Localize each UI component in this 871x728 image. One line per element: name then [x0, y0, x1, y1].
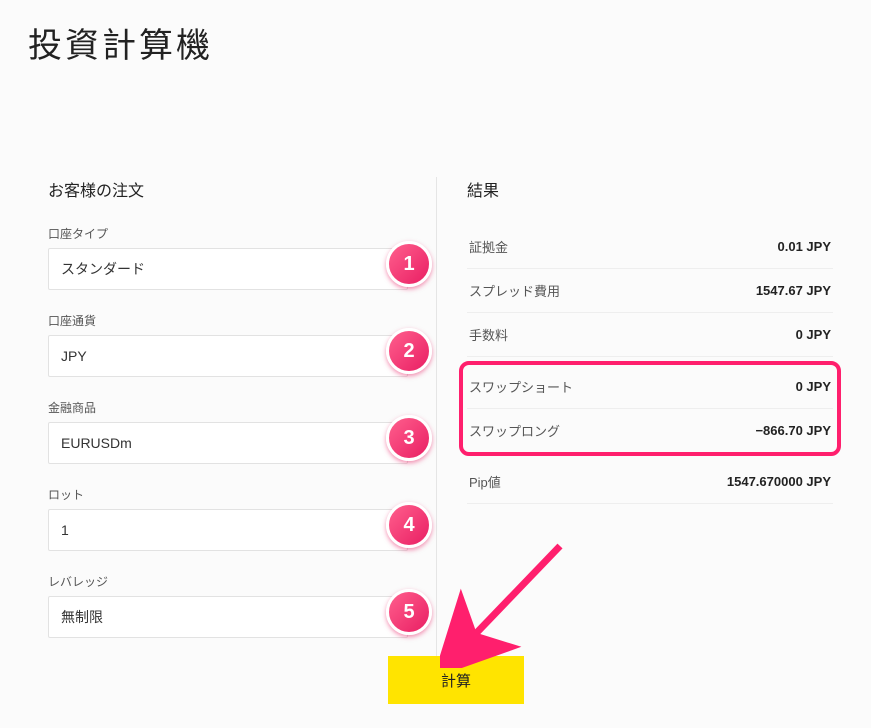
- order-form: お客様の注文 口座タイプ スタンダード 1 口座通貨 JPY 2 金融商品: [28, 177, 408, 660]
- field-instrument: 金融商品 EURUSDm 3: [48, 399, 408, 464]
- field-account-type: 口座タイプ スタンダード 1: [48, 225, 408, 290]
- select-leverage[interactable]: 無制限: [48, 596, 408, 638]
- result-value: −866.70 JPY: [755, 423, 831, 438]
- calculate-button[interactable]: 計算: [388, 656, 524, 704]
- select-lot[interactable]: 1: [48, 509, 408, 551]
- label-account-type: 口座タイプ: [48, 225, 408, 242]
- label-lot: ロット: [48, 486, 408, 503]
- annotation-badge-3: 3: [386, 415, 432, 461]
- result-label: 手数料: [469, 325, 508, 344]
- annotation-badge-1: 1: [386, 241, 432, 287]
- field-account-currency: 口座通貨 JPY 2: [48, 312, 408, 377]
- label-leverage: レバレッジ: [48, 573, 408, 590]
- result-row-swap-short: スワップショート 0 JPY: [467, 365, 833, 409]
- annotation-badge-2: 2: [386, 328, 432, 374]
- result-value: 0 JPY: [796, 327, 831, 342]
- select-instrument[interactable]: EURUSDm: [48, 422, 408, 464]
- annotation-badge-5: 5: [386, 589, 432, 635]
- results-heading: 結果: [467, 177, 833, 201]
- result-row-pip: Pip値 1547.670000 JPY: [467, 460, 833, 504]
- result-value: 0.01 JPY: [778, 239, 832, 254]
- result-value: 0 JPY: [796, 379, 831, 394]
- result-row-margin: 証拠金 0.01 JPY: [467, 225, 833, 269]
- result-label: Pip値: [469, 472, 501, 491]
- label-instrument: 金融商品: [48, 399, 408, 416]
- swap-highlight-box: スワップショート 0 JPY スワップロング −866.70 JPY: [459, 361, 841, 456]
- result-value: 1547.67 JPY: [756, 283, 831, 298]
- result-label: 証拠金: [469, 237, 508, 256]
- label-account-currency: 口座通貨: [48, 312, 408, 329]
- result-row-commission: 手数料 0 JPY: [467, 313, 833, 357]
- result-row-swap-long: スワップロング −866.70 JPY: [467, 409, 833, 452]
- result-value: 1547.670000 JPY: [727, 474, 831, 489]
- select-account-currency[interactable]: JPY: [48, 335, 408, 377]
- annotation-badge-4: 4: [386, 502, 432, 548]
- result-row-spread: スプレッド費用 1547.67 JPY: [467, 269, 833, 313]
- results-panel: 結果 証拠金 0.01 JPY スプレッド費用 1547.67 JPY 手数料 …: [436, 177, 843, 660]
- result-label: スワップショート: [469, 377, 573, 396]
- field-leverage: レバレッジ 無制限 5: [48, 573, 408, 638]
- result-label: スワップロング: [469, 421, 560, 440]
- form-heading: お客様の注文: [48, 177, 408, 201]
- select-account-type[interactable]: スタンダード: [48, 248, 408, 290]
- page-title: 投資計算機: [28, 18, 843, 67]
- result-label: スプレッド費用: [469, 281, 560, 300]
- field-lot: ロット 1 4: [48, 486, 408, 551]
